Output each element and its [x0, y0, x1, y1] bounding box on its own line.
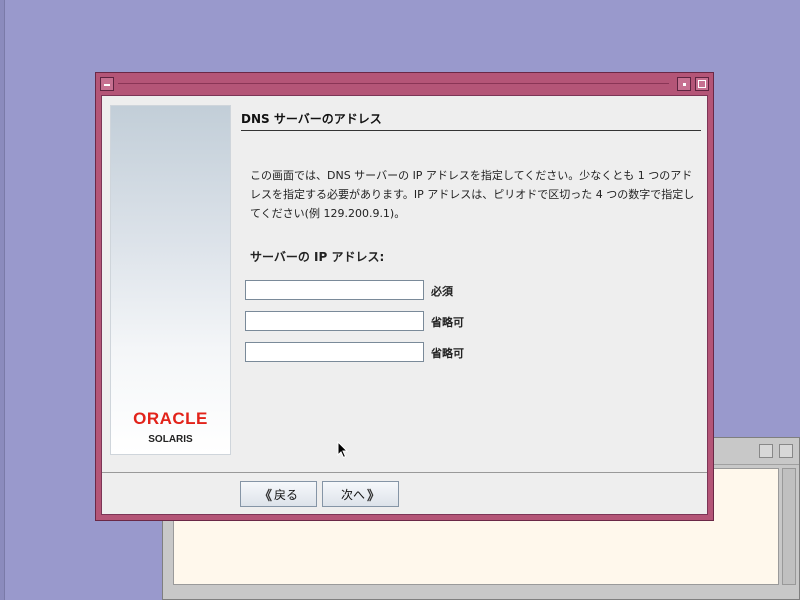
titlebar-divider: [118, 83, 669, 84]
dialog-titlebar[interactable]: [96, 73, 713, 95]
solaris-logo: SOLARIS: [148, 434, 193, 445]
ip-address-label: サーバーの IP アドレス:: [250, 250, 385, 264]
window-menu-icon[interactable]: [100, 77, 114, 91]
dialog-body: ORACLE SOLARIS DNS サーバーのアドレス この画面では、DNS …: [101, 95, 708, 515]
double-chevron-right-icon: 》: [367, 488, 381, 504]
next-button-label: 次へ: [340, 487, 365, 502]
back-button[interactable]: 《 戻る: [240, 481, 317, 507]
desktop-edge: [0, 0, 5, 600]
dns-ip-input-2[interactable]: [245, 311, 424, 331]
side-banner: ORACLE SOLARIS: [110, 105, 231, 455]
installer-dialog: ORACLE SOLARIS DNS サーバーのアドレス この画面では、DNS …: [95, 72, 714, 521]
instructions-text: この画面では、DNS サーバーの IP アドレスを指定してください。少なくとも …: [250, 169, 695, 220]
maximize-icon[interactable]: [779, 444, 793, 458]
dns-ip-input-3[interactable]: [245, 342, 424, 362]
double-chevron-left-icon: 《: [258, 488, 272, 504]
back-button-label: 戻る: [274, 487, 299, 502]
required-tag: 必須: [431, 285, 453, 298]
next-button[interactable]: 次へ 》: [322, 481, 399, 507]
button-bar-divider: [102, 472, 707, 473]
maximize-icon[interactable]: [695, 77, 709, 91]
optional-tag: 省略可: [431, 347, 464, 360]
oracle-logo: ORACLE: [133, 409, 208, 428]
optional-tag: 省略可: [431, 316, 464, 329]
page-title: DNS サーバーのアドレス: [241, 110, 701, 131]
background-window-scrollbar[interactable]: [782, 468, 796, 585]
dns-ip-input-1[interactable]: [245, 280, 424, 300]
minimize-icon[interactable]: [759, 444, 773, 458]
minimize-icon[interactable]: [677, 77, 691, 91]
